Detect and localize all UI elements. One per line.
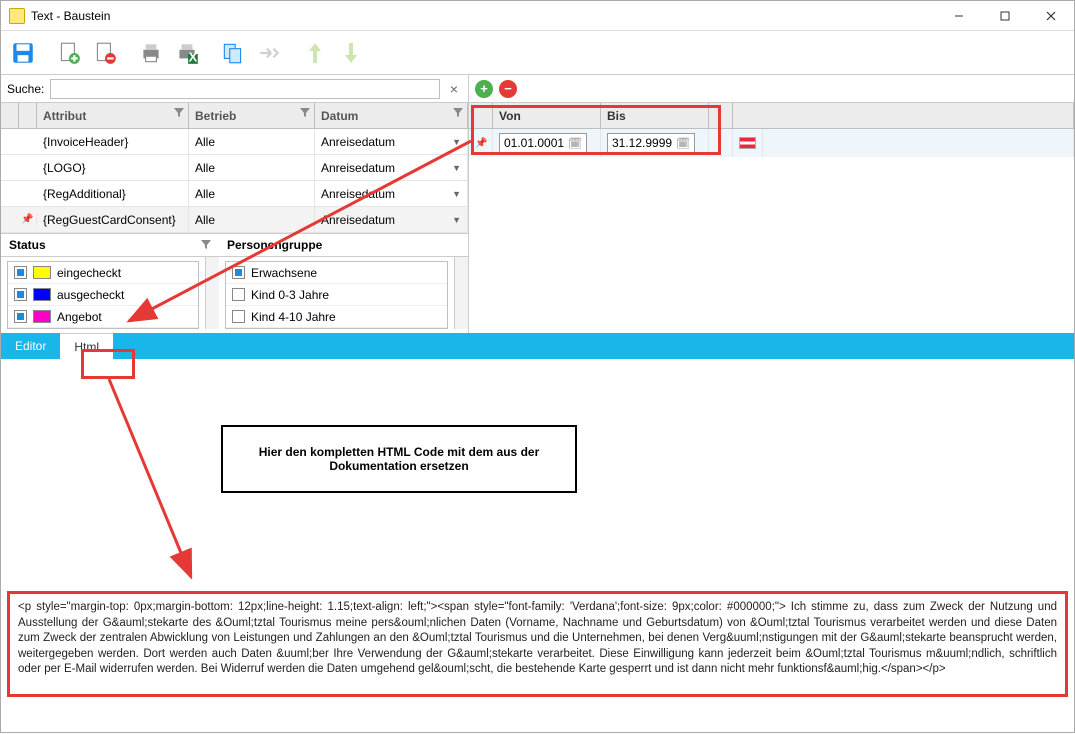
status-label: ausgecheckt: [57, 288, 124, 302]
copy-button[interactable]: [217, 35, 249, 71]
chevron-down-icon: ▼: [452, 163, 461, 173]
checkbox-icon[interactable]: [232, 266, 245, 279]
checkbox-icon[interactable]: [14, 310, 27, 323]
persgruppe-label: Kind 0-3 Jahre: [251, 288, 329, 302]
list-item[interactable]: eingecheckt: [8, 262, 198, 284]
pin-icon: 📌: [21, 214, 33, 225]
col-betrieb[interactable]: Betrieb: [189, 103, 315, 128]
search-label: Suche:: [7, 82, 44, 96]
attr-grid-body: {InvoiceHeader} Alle Anreisedatum▼ {LOGO…: [1, 129, 468, 233]
persgruppe-header: Personengruppe: [219, 233, 468, 257]
table-row[interactable]: {RegAdditional} Alle Anreisedatum▼: [1, 181, 468, 207]
status-header: Status: [1, 233, 219, 257]
clear-search-icon[interactable]: ×: [446, 81, 462, 97]
app-icon: [9, 8, 25, 24]
delete-doc-button[interactable]: [89, 35, 121, 71]
cell-datum[interactable]: Anreisedatum▼: [315, 181, 468, 206]
bis-date-input[interactable]: 31.12.9999🗓: [607, 133, 695, 153]
pin-icon: 📌: [475, 138, 487, 149]
status-label: Angebot: [57, 310, 102, 324]
table-row[interactable]: {InvoiceHeader} Alle Anreisedatum▼: [1, 129, 468, 155]
persgruppe-label: Erwachsene: [251, 266, 317, 280]
cell-betrieb: Alle: [189, 155, 315, 180]
color-swatch: [33, 266, 51, 279]
move-up-button[interactable]: [299, 35, 331, 71]
list-item[interactable]: Kind 0-3 Jahre: [226, 284, 447, 306]
color-swatch: [33, 288, 51, 301]
checkbox-icon[interactable]: [14, 288, 27, 301]
checkbox-icon[interactable]: [14, 266, 27, 279]
cell-attribut: {RegAdditional}: [37, 181, 189, 206]
search-input[interactable]: [50, 79, 440, 99]
cell-attribut: {InvoiceHeader}: [37, 129, 189, 154]
chevron-down-icon: ▼: [452, 215, 461, 225]
table-row[interactable]: 📌 {RegGuestCardConsent} Alle Anreisedatu…: [1, 207, 468, 233]
forward-button[interactable]: [253, 35, 285, 71]
persgruppe-label: Kind 4-10 Jahre: [251, 310, 336, 324]
close-button[interactable]: [1028, 1, 1074, 31]
cell-datum[interactable]: Anreisedatum▼: [315, 207, 468, 232]
info-annotation: Hier den kompletten HTML Code mit dem au…: [221, 425, 577, 493]
chevron-down-icon: ▼: [452, 137, 461, 147]
list-item[interactable]: Kind 4-10 Jahre: [226, 306, 447, 328]
status-label: eingecheckt: [57, 266, 121, 280]
html-code-textarea[interactable]: <p style="margin-top: 0px;margin-bottom:…: [7, 591, 1068, 697]
title-bar: Text - Baustein: [1, 1, 1074, 31]
col-von[interactable]: Von: [493, 103, 601, 128]
maximize-button[interactable]: [982, 1, 1028, 31]
toolbar: X: [1, 31, 1074, 75]
scrollbar[interactable]: [205, 257, 219, 329]
col-datum[interactable]: Datum: [315, 103, 468, 128]
new-doc-button[interactable]: [53, 35, 85, 71]
delete-button[interactable]: −: [499, 80, 517, 98]
cell-datum[interactable]: Anreisedatum▼: [315, 129, 468, 154]
cell-betrieb: Alle: [189, 207, 315, 232]
chevron-down-icon: ▼: [452, 189, 461, 199]
cell-betrieb: Alle: [189, 181, 315, 206]
calendar-icon[interactable]: 🗓: [568, 137, 582, 150]
tab-row: Editor Html: [1, 333, 1074, 359]
editor-area: Hier den kompletten HTML Code mit dem au…: [1, 359, 1074, 703]
export-excel-button[interactable]: X: [171, 35, 203, 71]
window-title: Text - Baustein: [31, 9, 936, 23]
cell-datum[interactable]: Anreisedatum▼: [315, 155, 468, 180]
cell-attribut: {LOGO}: [37, 155, 189, 180]
date-row[interactable]: 📌 01.01.0001🗓 31.12.9999🗓: [469, 129, 1074, 157]
list-item[interactable]: Erwachsene: [226, 262, 447, 284]
print-button[interactable]: [135, 35, 167, 71]
cell-attribut: {RegGuestCardConsent}: [37, 207, 189, 232]
checkbox-icon[interactable]: [232, 288, 245, 301]
minimize-button[interactable]: [936, 1, 982, 31]
von-date-input[interactable]: 01.01.0001🗓: [499, 133, 587, 153]
save-button[interactable]: [7, 35, 39, 71]
tab-html[interactable]: Html: [60, 333, 113, 359]
table-row[interactable]: {LOGO} Alle Anreisedatum▼: [1, 155, 468, 181]
list-item[interactable]: Angebot: [8, 306, 198, 328]
cell-betrieb: Alle: [189, 129, 315, 154]
add-button[interactable]: +: [475, 80, 493, 98]
date-grid-header: Von Bis: [469, 103, 1074, 129]
attr-grid-header: Attribut Betrieb Datum: [1, 103, 468, 129]
col-attribut[interactable]: Attribut: [37, 103, 189, 128]
calendar-icon[interactable]: 🗓: [676, 137, 690, 150]
move-down-button[interactable]: [335, 35, 367, 71]
svg-text:X: X: [189, 49, 198, 64]
flag-austria-icon: [739, 137, 756, 149]
checkbox-icon[interactable]: [232, 310, 245, 323]
col-bis[interactable]: Bis: [601, 103, 709, 128]
color-swatch: [33, 310, 51, 323]
scrollbar[interactable]: [454, 257, 468, 329]
list-item[interactable]: ausgecheckt: [8, 284, 198, 306]
tab-editor[interactable]: Editor: [1, 333, 60, 359]
